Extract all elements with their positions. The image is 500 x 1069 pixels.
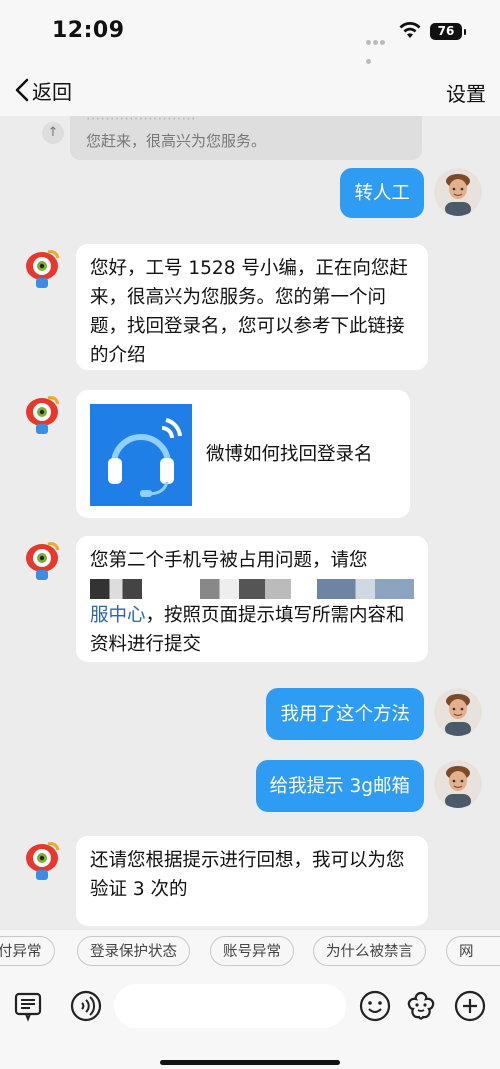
bot-avatar[interactable] — [18, 536, 66, 584]
sticker-icon[interactable] — [405, 990, 437, 1022]
wifi-icon — [399, 22, 421, 38]
bot-message-text: 您好，工号 1528 号小编，正在向您赶来，很高兴为您服务。您的第一个问题，找回… — [90, 258, 408, 366]
bot-avatar[interactable] — [18, 836, 66, 884]
quick-reply-chip[interactable]: 付异常 — [0, 936, 55, 966]
quick-reply-chip[interactable]: 为什么被禁言 — [313, 936, 426, 966]
redacted-link — [90, 579, 414, 599]
back-button[interactable]: 返回 — [14, 77, 72, 104]
bot-message-text: 您第二个手机号被占用问题，请您 — [90, 550, 368, 571]
bot-avatar[interactable] — [18, 390, 66, 438]
signal-dots-icon — [366, 30, 392, 64]
plus-icon[interactable] — [454, 990, 486, 1022]
link-card[interactable]: 微博如何找回登录名 — [76, 390, 410, 518]
user-avatar[interactable] — [434, 760, 482, 808]
headset-icon — [90, 404, 192, 506]
link-card-title: 微博如何找回登录名 — [206, 444, 373, 465]
message-input[interactable] — [114, 984, 346, 1028]
user-message-bubble[interactable]: 我用了这个方法 — [266, 688, 424, 740]
quick-reply-chip[interactable]: 账号异常 — [210, 936, 294, 966]
user-avatar[interactable] — [434, 168, 482, 216]
arrow-up-icon[interactable]: ↑ — [42, 122, 64, 144]
system-message-card: ↑ ······················· 您赶来，很高兴为您服务。 — [42, 116, 422, 160]
bot-message-bubble[interactable]: 您好，工号 1528 号小编，正在向您赶来，很高兴为您服务。您的第一个问题，找回… — [76, 244, 428, 370]
bot-message-bubble[interactable]: 还请您根据提示进行回想，我可以为您验证 3 次的 — [76, 836, 428, 926]
service-center-link[interactable]: 服中心 — [90, 605, 146, 626]
bot-message-text: 还请您根据提示进行回想，我可以为您验证 3 次的 — [90, 850, 405, 900]
settings-button[interactable]: 设置 — [446, 78, 486, 107]
quick-reply-bar: 付异常 登录保护状态 账号异常 为什么被禁言 网 — [0, 930, 500, 974]
user-avatar[interactable] — [434, 688, 482, 736]
system-message-line1: ······················· — [86, 116, 196, 128]
user-message-text: 转人工 — [354, 182, 410, 204]
menu-icon[interactable] — [12, 990, 44, 1022]
bot-avatar[interactable] — [18, 244, 66, 292]
user-message-text: 给我提示 3g邮箱 — [269, 775, 410, 797]
nav-bar: 返回 设置 — [0, 66, 500, 116]
status-time: 12:09 — [52, 18, 125, 43]
user-message-text: 我用了这个方法 — [280, 703, 410, 725]
back-label: 返回 — [32, 79, 72, 104]
status-bar: 12:09 76 — [0, 0, 500, 66]
emoji-icon[interactable] — [359, 990, 391, 1022]
input-bar — [0, 974, 500, 1069]
system-message-line2: 您赶来，很高兴为您服务。 — [86, 132, 267, 150]
quick-reply-chip[interactable]: 登录保护状态 — [77, 936, 190, 966]
home-indicator[interactable] — [160, 1060, 340, 1065]
chevron-left-icon — [15, 78, 29, 102]
user-message-bubble[interactable]: 给我提示 3g邮箱 — [255, 760, 424, 812]
battery-indicator: 76 — [430, 23, 466, 40]
bot-message-bubble[interactable]: 您第二个手机号被占用问题，请您 服中心，按照页面提示填写所需内容和资料进行提交 — [76, 536, 428, 662]
voice-icon[interactable] — [70, 990, 102, 1022]
user-message-bubble[interactable]: 转人工 — [340, 168, 424, 218]
quick-reply-chip[interactable]: 网 — [446, 936, 500, 966]
chat-area[interactable]: ↑ ······················· 您赶来，很高兴为您服务。 转… — [0, 116, 500, 930]
